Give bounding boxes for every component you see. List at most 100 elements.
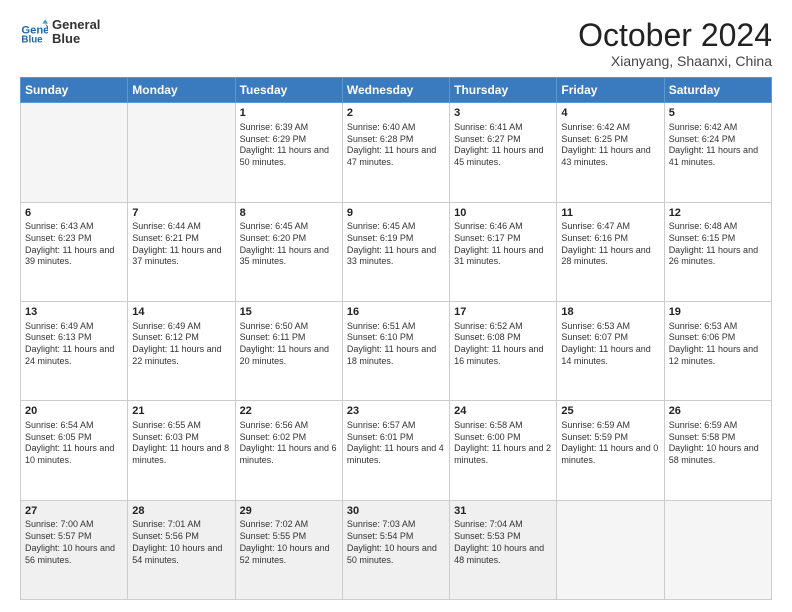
cell-info: Sunrise: 6:56 AMSunset: 6:02 PMDaylight:… <box>240 420 338 467</box>
calendar-cell: 10Sunrise: 6:46 AMSunset: 6:17 PMDayligh… <box>450 202 557 301</box>
cell-info: Sunrise: 7:01 AMSunset: 5:56 PMDaylight:… <box>132 519 230 566</box>
calendar-cell: 28Sunrise: 7:01 AMSunset: 5:56 PMDayligh… <box>128 500 235 599</box>
logo-line2: Blue <box>52 32 100 46</box>
day-number: 23 <box>347 404 445 419</box>
day-number: 24 <box>454 404 552 419</box>
day-number: 15 <box>240 305 338 320</box>
cell-info: Sunrise: 7:02 AMSunset: 5:55 PMDaylight:… <box>240 519 338 566</box>
location: Xianyang, Shaanxi, China <box>578 53 772 69</box>
day-number: 6 <box>25 206 123 221</box>
cell-info: Sunrise: 6:47 AMSunset: 6:16 PMDaylight:… <box>561 221 659 268</box>
day-number: 7 <box>132 206 230 221</box>
calendar-cell: 2Sunrise: 6:40 AMSunset: 6:28 PMDaylight… <box>342 103 449 202</box>
day-number: 29 <box>240 504 338 519</box>
calendar-cell: 8Sunrise: 6:45 AMSunset: 6:20 PMDaylight… <box>235 202 342 301</box>
calendar-cell: 15Sunrise: 6:50 AMSunset: 6:11 PMDayligh… <box>235 301 342 400</box>
calendar-cell: 18Sunrise: 6:53 AMSunset: 6:07 PMDayligh… <box>557 301 664 400</box>
calendar-cell: 9Sunrise: 6:45 AMSunset: 6:19 PMDaylight… <box>342 202 449 301</box>
cell-info: Sunrise: 6:49 AMSunset: 6:12 PMDaylight:… <box>132 321 230 368</box>
day-number: 8 <box>240 206 338 221</box>
cell-info: Sunrise: 7:04 AMSunset: 5:53 PMDaylight:… <box>454 519 552 566</box>
day-number: 13 <box>25 305 123 320</box>
week-row-5: 27Sunrise: 7:00 AMSunset: 5:57 PMDayligh… <box>21 500 772 599</box>
title-block: October 2024 Xianyang, Shaanxi, China <box>578 18 772 69</box>
day-number: 9 <box>347 206 445 221</box>
day-number: 19 <box>669 305 767 320</box>
cell-info: Sunrise: 6:52 AMSunset: 6:08 PMDaylight:… <box>454 321 552 368</box>
cell-info: Sunrise: 7:03 AMSunset: 5:54 PMDaylight:… <box>347 519 445 566</box>
calendar-cell: 17Sunrise: 6:52 AMSunset: 6:08 PMDayligh… <box>450 301 557 400</box>
cell-info: Sunrise: 6:54 AMSunset: 6:05 PMDaylight:… <box>25 420 123 467</box>
day-number: 2 <box>347 106 445 121</box>
calendar-cell: 26Sunrise: 6:59 AMSunset: 5:58 PMDayligh… <box>664 401 771 500</box>
calendar-cell: 27Sunrise: 7:00 AMSunset: 5:57 PMDayligh… <box>21 500 128 599</box>
calendar-cell <box>557 500 664 599</box>
day-number: 1 <box>240 106 338 121</box>
day-number: 21 <box>132 404 230 419</box>
day-number: 30 <box>347 504 445 519</box>
week-row-4: 20Sunrise: 6:54 AMSunset: 6:05 PMDayligh… <box>21 401 772 500</box>
calendar-cell: 31Sunrise: 7:04 AMSunset: 5:53 PMDayligh… <box>450 500 557 599</box>
calendar-cell: 21Sunrise: 6:55 AMSunset: 6:03 PMDayligh… <box>128 401 235 500</box>
weekday-header-wednesday: Wednesday <box>342 78 449 103</box>
calendar-cell <box>128 103 235 202</box>
cell-info: Sunrise: 6:45 AMSunset: 6:19 PMDaylight:… <box>347 221 445 268</box>
weekday-header-saturday: Saturday <box>664 78 771 103</box>
day-number: 26 <box>669 404 767 419</box>
cell-info: Sunrise: 6:53 AMSunset: 6:06 PMDaylight:… <box>669 321 767 368</box>
cell-info: Sunrise: 6:58 AMSunset: 6:00 PMDaylight:… <box>454 420 552 467</box>
day-number: 11 <box>561 206 659 221</box>
calendar-cell: 13Sunrise: 6:49 AMSunset: 6:13 PMDayligh… <box>21 301 128 400</box>
cell-info: Sunrise: 6:48 AMSunset: 6:15 PMDaylight:… <box>669 221 767 268</box>
cell-info: Sunrise: 6:40 AMSunset: 6:28 PMDaylight:… <box>347 122 445 169</box>
logo: General Blue General Blue <box>20 18 100 47</box>
month-title: October 2024 <box>578 18 772 53</box>
page: General Blue General Blue October 2024 X… <box>0 0 792 612</box>
calendar-cell: 11Sunrise: 6:47 AMSunset: 6:16 PMDayligh… <box>557 202 664 301</box>
day-number: 27 <box>25 504 123 519</box>
cell-info: Sunrise: 6:55 AMSunset: 6:03 PMDaylight:… <box>132 420 230 467</box>
day-number: 20 <box>25 404 123 419</box>
calendar-cell: 22Sunrise: 6:56 AMSunset: 6:02 PMDayligh… <box>235 401 342 500</box>
calendar-cell: 19Sunrise: 6:53 AMSunset: 6:06 PMDayligh… <box>664 301 771 400</box>
day-number: 22 <box>240 404 338 419</box>
weekday-header-sunday: Sunday <box>21 78 128 103</box>
weekday-header-tuesday: Tuesday <box>235 78 342 103</box>
cell-info: Sunrise: 6:59 AMSunset: 5:58 PMDaylight:… <box>669 420 767 467</box>
cell-info: Sunrise: 6:42 AMSunset: 6:24 PMDaylight:… <box>669 122 767 169</box>
day-number: 16 <box>347 305 445 320</box>
svg-text:Blue: Blue <box>21 35 43 46</box>
cell-info: Sunrise: 6:59 AMSunset: 5:59 PMDaylight:… <box>561 420 659 467</box>
week-row-2: 6Sunrise: 6:43 AMSunset: 6:23 PMDaylight… <box>21 202 772 301</box>
day-number: 28 <box>132 504 230 519</box>
cell-info: Sunrise: 6:45 AMSunset: 6:20 PMDaylight:… <box>240 221 338 268</box>
cell-info: Sunrise: 6:44 AMSunset: 6:21 PMDaylight:… <box>132 221 230 268</box>
calendar-cell: 4Sunrise: 6:42 AMSunset: 6:25 PMDaylight… <box>557 103 664 202</box>
weekday-header-thursday: Thursday <box>450 78 557 103</box>
cell-info: Sunrise: 6:50 AMSunset: 6:11 PMDaylight:… <box>240 321 338 368</box>
calendar-cell: 30Sunrise: 7:03 AMSunset: 5:54 PMDayligh… <box>342 500 449 599</box>
calendar-cell: 5Sunrise: 6:42 AMSunset: 6:24 PMDaylight… <box>664 103 771 202</box>
day-number: 4 <box>561 106 659 121</box>
logo-text: General Blue <box>52 18 100 47</box>
weekday-header-row: SundayMondayTuesdayWednesdayThursdayFrid… <box>21 78 772 103</box>
calendar-cell: 16Sunrise: 6:51 AMSunset: 6:10 PMDayligh… <box>342 301 449 400</box>
calendar-cell: 7Sunrise: 6:44 AMSunset: 6:21 PMDaylight… <box>128 202 235 301</box>
calendar-cell: 1Sunrise: 6:39 AMSunset: 6:29 PMDaylight… <box>235 103 342 202</box>
cell-info: Sunrise: 6:43 AMSunset: 6:23 PMDaylight:… <box>25 221 123 268</box>
day-number: 3 <box>454 106 552 121</box>
weekday-header-monday: Monday <box>128 78 235 103</box>
day-number: 14 <box>132 305 230 320</box>
day-number: 5 <box>669 106 767 121</box>
calendar-cell: 14Sunrise: 6:49 AMSunset: 6:12 PMDayligh… <box>128 301 235 400</box>
week-row-3: 13Sunrise: 6:49 AMSunset: 6:13 PMDayligh… <box>21 301 772 400</box>
calendar: SundayMondayTuesdayWednesdayThursdayFrid… <box>20 77 772 600</box>
cell-info: Sunrise: 6:39 AMSunset: 6:29 PMDaylight:… <box>240 122 338 169</box>
cell-info: Sunrise: 6:49 AMSunset: 6:13 PMDaylight:… <box>25 321 123 368</box>
cell-info: Sunrise: 6:57 AMSunset: 6:01 PMDaylight:… <box>347 420 445 467</box>
day-number: 10 <box>454 206 552 221</box>
cell-info: Sunrise: 7:00 AMSunset: 5:57 PMDaylight:… <box>25 519 123 566</box>
calendar-cell <box>21 103 128 202</box>
calendar-cell: 20Sunrise: 6:54 AMSunset: 6:05 PMDayligh… <box>21 401 128 500</box>
day-number: 25 <box>561 404 659 419</box>
